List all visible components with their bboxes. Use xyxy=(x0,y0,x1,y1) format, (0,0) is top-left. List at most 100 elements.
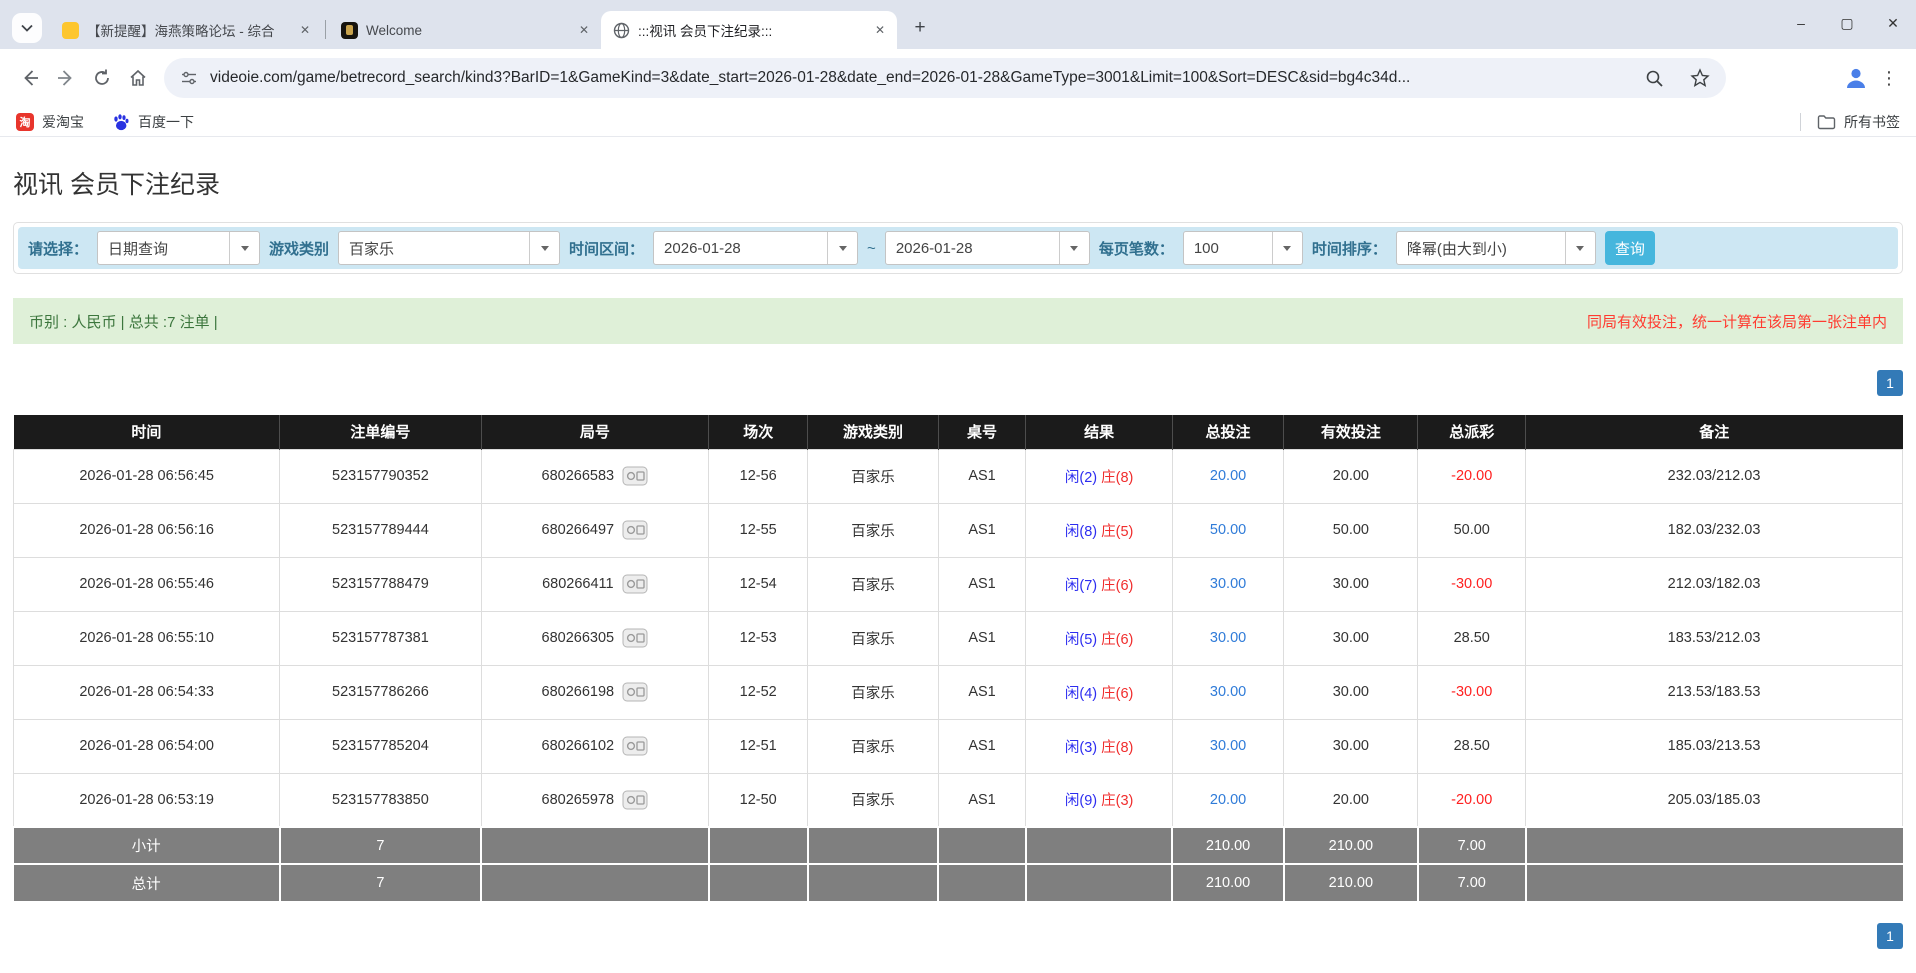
cell-bet-id: 523157788479 xyxy=(280,557,481,611)
dropdown-arrow-icon xyxy=(1565,232,1595,264)
tab-welcome[interactable]: Welcome ✕ xyxy=(329,11,601,49)
query-type-select[interactable]: 日期查询 xyxy=(97,231,260,265)
back-button[interactable] xyxy=(12,60,48,96)
cell-remark: 182.03/232.03 xyxy=(1526,503,1903,557)
close-tab-icon[interactable]: ✕ xyxy=(296,21,314,39)
column-header: 总投注 xyxy=(1172,415,1283,449)
date-end-select[interactable]: 2026-01-28 xyxy=(885,231,1090,265)
column-header: 总派彩 xyxy=(1418,415,1526,449)
column-header: 时间 xyxy=(14,415,280,449)
date-start-select[interactable]: 2026-01-28 xyxy=(653,231,858,265)
page-number-button[interactable]: 1 xyxy=(1877,923,1903,949)
table-summary-row: 总计7210.00210.007.00 xyxy=(14,864,1903,901)
profile-button[interactable] xyxy=(1838,60,1874,96)
dropdown-arrow-icon xyxy=(827,232,857,264)
query-button[interactable]: 查询 xyxy=(1605,231,1655,265)
column-header: 局号 xyxy=(481,415,709,449)
address-bar[interactable]: videoie.com/game/betrecord_search/kind3?… xyxy=(164,58,1726,98)
replay-icon xyxy=(622,628,648,648)
cell-total-bet: 30.00 xyxy=(1172,719,1283,773)
total-bet-link[interactable]: 30.00 xyxy=(1210,738,1246,754)
cell-game: 百家乐 xyxy=(808,719,938,773)
summary-label: 小计 xyxy=(14,827,280,864)
tab-bet-records[interactable]: :::视讯 会员下注纪录::: ✕ xyxy=(601,11,897,49)
cell-session: 12-50 xyxy=(709,773,808,827)
result-banker: 庄(6) xyxy=(1101,686,1133,702)
welcome-favicon-icon xyxy=(341,22,358,39)
cell-round: 680266411 xyxy=(481,557,709,611)
table-row: 2026-01-28 06:54:33523157786266680266198… xyxy=(14,665,1903,719)
summary-count: 7 xyxy=(280,827,481,864)
dropdown-arrow-icon xyxy=(229,232,259,264)
close-tab-icon[interactable]: ✕ xyxy=(575,21,593,39)
cell-game: 百家乐 xyxy=(808,449,938,503)
replay-button[interactable] xyxy=(622,466,648,486)
bookmark-label: 百度一下 xyxy=(138,112,194,132)
tab-forum[interactable]: 【新提醒】海燕策略论坛 - 综合 ✕ xyxy=(50,11,322,49)
payout-value: -20.00 xyxy=(1451,792,1492,808)
result-player: 闲(2) xyxy=(1065,470,1097,486)
page-number-button[interactable]: 1 xyxy=(1877,370,1903,396)
tab-search-button[interactable] xyxy=(12,13,42,43)
forum-favicon-icon xyxy=(62,22,79,39)
total-bet-link[interactable]: 30.00 xyxy=(1210,684,1246,700)
replay-button[interactable] xyxy=(622,628,648,648)
tab-title: 【新提醒】海燕策略论坛 - 综合 xyxy=(87,20,288,40)
cell-session: 12-56 xyxy=(709,449,808,503)
sort-value: 降幂(由大到小) xyxy=(1397,238,1565,259)
total-bet-link[interactable]: 30.00 xyxy=(1210,576,1246,592)
total-bet-link[interactable]: 30.00 xyxy=(1210,630,1246,646)
browser-menu-button[interactable]: ⋮ xyxy=(1874,68,1904,89)
per-page-select[interactable]: 100 xyxy=(1183,231,1303,265)
window-controls: – ▢ ✕ xyxy=(1778,0,1916,46)
round-number: 680266583 xyxy=(542,468,615,484)
replay-button[interactable] xyxy=(622,682,648,702)
home-icon xyxy=(128,68,148,88)
total-bet-link[interactable]: 20.00 xyxy=(1210,792,1246,808)
replay-button[interactable] xyxy=(622,520,648,540)
bookmark-baidu[interactable]: 百度一下 xyxy=(112,112,194,132)
replay-icon xyxy=(622,682,648,702)
zoom-indicator[interactable] xyxy=(1645,69,1664,88)
baidu-paw-icon xyxy=(112,113,130,131)
maximize-button[interactable]: ▢ xyxy=(1824,0,1870,46)
result-banker: 庄(3) xyxy=(1101,793,1133,809)
cell-remark: 212.03/182.03 xyxy=(1526,557,1903,611)
cell-valid-bet: 30.00 xyxy=(1284,719,1418,773)
bookmark-star[interactable] xyxy=(1690,68,1710,88)
column-header: 备注 xyxy=(1526,415,1903,449)
cell-valid-bet: 20.00 xyxy=(1284,773,1418,827)
refresh-button[interactable] xyxy=(84,60,120,96)
site-settings-icon[interactable] xyxy=(180,69,198,87)
cell-session: 12-51 xyxy=(709,719,808,773)
star-icon xyxy=(1690,68,1710,88)
sort-select[interactable]: 降幂(由大到小) xyxy=(1396,231,1596,265)
sort-label: 时间排序： xyxy=(1312,238,1387,259)
per-page-value: 100 xyxy=(1184,240,1272,257)
close-window-button[interactable]: ✕ xyxy=(1870,0,1916,46)
cell-session: 12-53 xyxy=(709,611,808,665)
cell-payout: -20.00 xyxy=(1418,449,1526,503)
cell-game: 百家乐 xyxy=(808,611,938,665)
game-kind-label: 游戏类别 xyxy=(269,238,329,259)
minimize-button[interactable]: – xyxy=(1778,0,1824,46)
result-player: 闲(3) xyxy=(1065,740,1097,756)
all-bookmarks-button[interactable]: 所有书签 xyxy=(1817,112,1900,132)
cell-bet-id: 523157786266 xyxy=(280,665,481,719)
cell-bet-id: 523157785204 xyxy=(280,719,481,773)
replay-button[interactable] xyxy=(622,736,648,756)
replay-button[interactable] xyxy=(622,574,648,594)
new-tab-button[interactable]: + xyxy=(905,13,935,43)
total-bet-link[interactable]: 20.00 xyxy=(1210,468,1246,484)
close-tab-icon[interactable]: ✕ xyxy=(871,21,889,39)
total-bet-link[interactable]: 50.00 xyxy=(1210,522,1246,538)
replay-button[interactable] xyxy=(622,790,648,810)
home-button[interactable] xyxy=(120,60,156,96)
back-arrow-icon xyxy=(20,68,40,88)
url-text[interactable]: videoie.com/game/betrecord_search/kind3?… xyxy=(210,69,1619,87)
cell-session: 12-54 xyxy=(709,557,808,611)
bookmark-taobao[interactable]: 淘 爱淘宝 xyxy=(16,112,84,132)
game-kind-select[interactable]: 百家乐 xyxy=(338,231,560,265)
forward-button[interactable] xyxy=(48,60,84,96)
table-row: 2026-01-28 06:53:19523157783850680265978… xyxy=(14,773,1903,827)
